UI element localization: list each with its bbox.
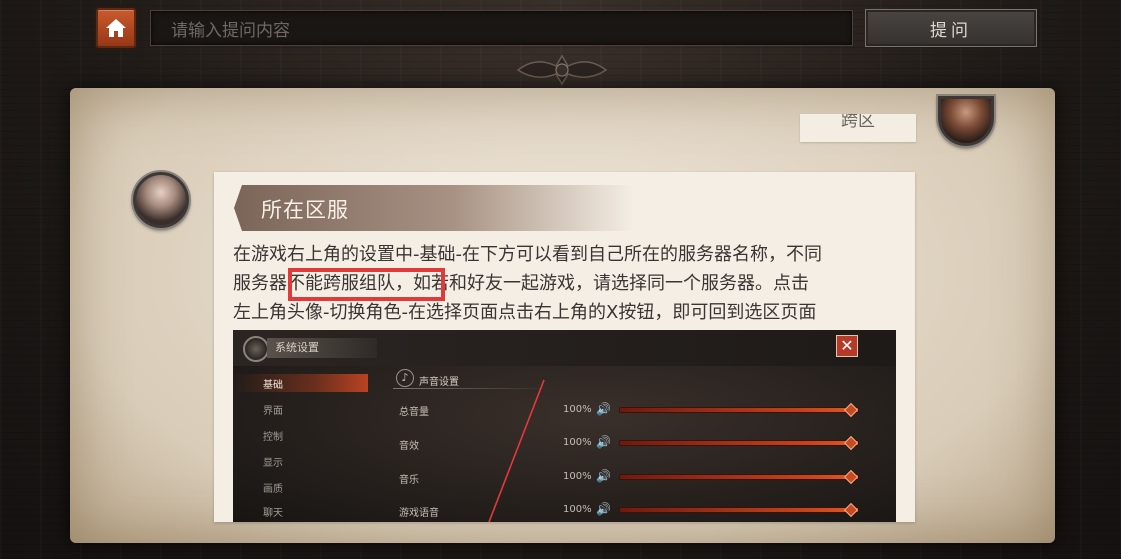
- row-label-master: 总音量: [399, 407, 429, 418]
- region-tab-label: 跨区: [841, 114, 875, 131]
- slider-knob[interactable]: [843, 502, 859, 518]
- region-tab-partial: 跨区: [800, 114, 916, 142]
- nav-active-indicator: [233, 374, 368, 392]
- speaker-icon[interactable]: 🔊: [596, 402, 611, 416]
- close-icon[interactable]: ✕: [836, 335, 858, 357]
- speaker-icon[interactable]: 🔊: [596, 435, 611, 449]
- row-value-sfx: 100%: [563, 437, 592, 448]
- music-note-icon: ♪: [396, 369, 414, 387]
- slider-knob[interactable]: [843, 435, 859, 451]
- section-divider: [393, 388, 553, 389]
- slider-sfx[interactable]: [619, 440, 859, 446]
- highlight-annotation: [288, 268, 445, 301]
- slider-knob[interactable]: [843, 402, 859, 418]
- ask-button[interactable]: 提问: [865, 9, 1037, 47]
- row-label-sfx: 音效: [399, 441, 419, 452]
- ornament-emblem: [516, 54, 608, 86]
- nav-item-quality[interactable]: 画质: [263, 480, 283, 495]
- nav-item-chat[interactable]: 聊天: [263, 504, 283, 519]
- row-value-master: 100%: [563, 404, 592, 415]
- speaker-icon[interactable]: 🔊: [596, 502, 611, 516]
- search-placeholder: 请输入提问内容: [171, 20, 290, 41]
- slider-music[interactable]: [619, 474, 859, 480]
- home-button[interactable]: [96, 8, 136, 48]
- nav-item-display[interactable]: 显示: [263, 454, 283, 469]
- section-title: 声音设置: [419, 377, 459, 388]
- nav-item-control[interactable]: 控制: [263, 428, 283, 443]
- speaker-icon[interactable]: 🔊: [596, 469, 611, 483]
- nav-item-basic[interactable]: 基础: [263, 376, 283, 391]
- card-body-line: 在游戏右上角的设置中-基础-在下方可以看到自己所在的服务器名称，不同: [233, 244, 822, 265]
- avatar-left: [133, 172, 189, 228]
- row-value-music: 100%: [563, 471, 592, 482]
- row-label-voice: 游戏语音: [399, 508, 439, 519]
- nav-item-interface[interactable]: 界面: [263, 402, 283, 417]
- row-value-voice: 100%: [563, 504, 592, 515]
- settings-title: 系统设置: [267, 338, 377, 358]
- home-icon: [106, 19, 126, 37]
- card-title: 所在区服: [261, 198, 349, 222]
- slider-master[interactable]: [619, 407, 859, 413]
- settings-screenshot: 系统设置 ✕ 基础 界面 控制 显示 画质 聊天 ♪ 声音设置 总音量 100%…: [233, 330, 896, 522]
- row-label-music: 音乐: [399, 475, 419, 486]
- slider-knob[interactable]: [843, 469, 859, 485]
- search-input[interactable]: 请输入提问内容: [150, 10, 853, 46]
- gear-icon: [243, 336, 269, 362]
- slider-voice[interactable]: [619, 507, 859, 513]
- card-body-line: 左上角头像-切换角色-在选择页面点击右上角的X按钮，即可回到选区页面: [233, 302, 817, 323]
